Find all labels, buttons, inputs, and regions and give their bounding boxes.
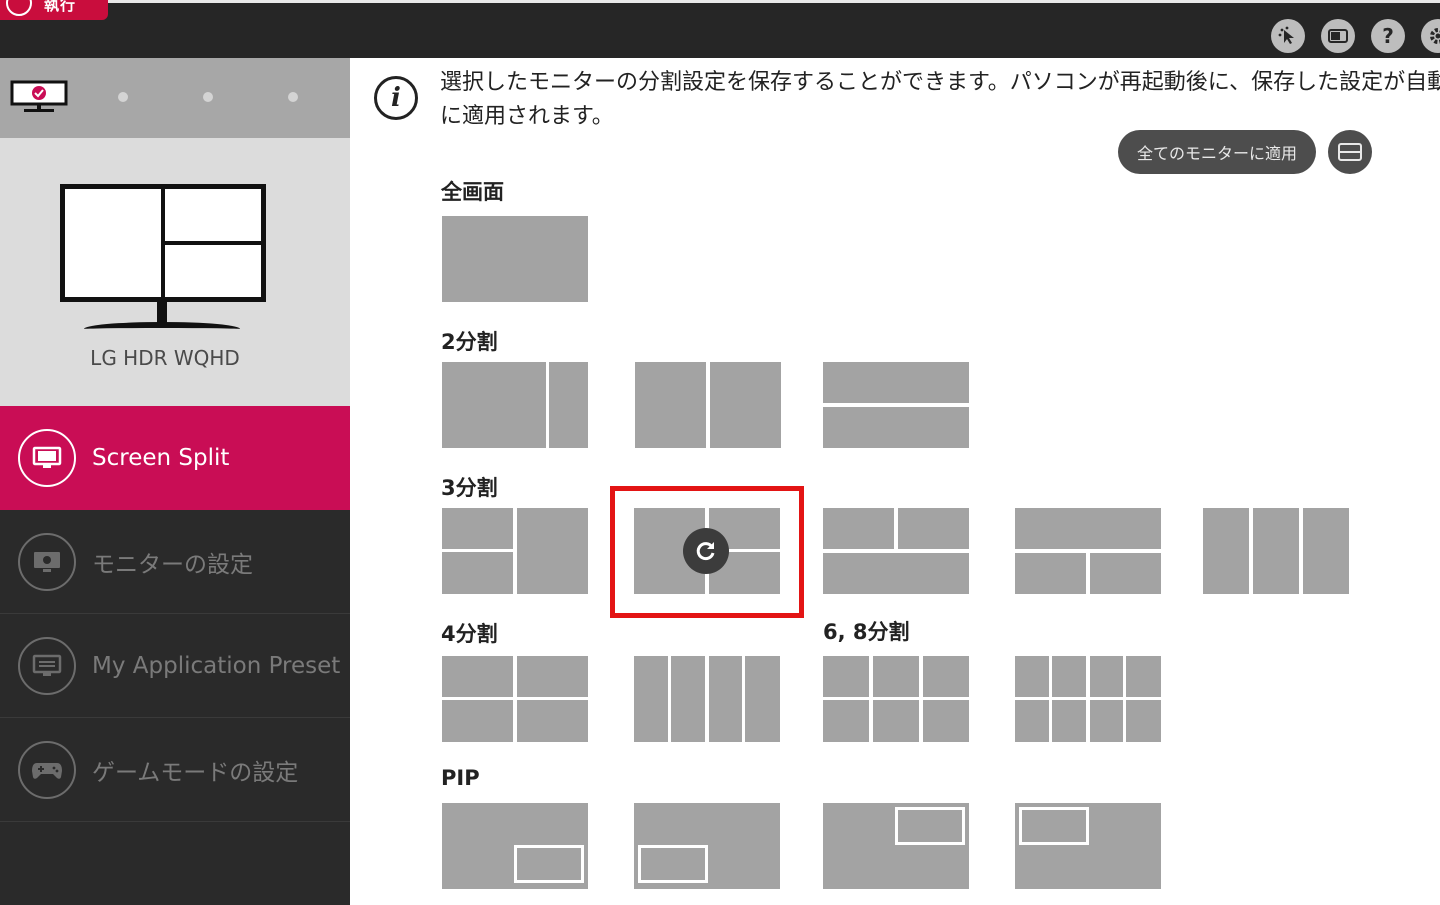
layout-split2-2[interactable] bbox=[635, 362, 781, 448]
selected-monitor-icon[interactable] bbox=[10, 80, 68, 114]
display-icon[interactable] bbox=[1321, 19, 1355, 53]
layout-split3-4[interactable] bbox=[1015, 508, 1161, 594]
nav-label: モニターの設定 bbox=[92, 551, 253, 578]
settings-icon[interactable] bbox=[1421, 19, 1440, 53]
monitor-slot-dot[interactable] bbox=[118, 92, 128, 102]
monitor-slot-dot[interactable] bbox=[203, 92, 213, 102]
cursor-icon[interactable] bbox=[1271, 19, 1305, 53]
monitor-icon bbox=[18, 429, 76, 487]
section-label-split68: 6, 8分割 bbox=[823, 620, 910, 644]
layout-pip-top-right[interactable] bbox=[823, 803, 969, 889]
info-icon: i bbox=[374, 76, 418, 120]
logo-icon bbox=[6, 0, 32, 16]
help-glyph: ? bbox=[1382, 24, 1394, 48]
layout-split8[interactable] bbox=[1015, 656, 1161, 742]
layout-pip-bottom-right[interactable] bbox=[442, 803, 588, 889]
split-horizontal-icon bbox=[1338, 143, 1362, 161]
monitor-settings-icon bbox=[18, 532, 76, 591]
layout-toggle-button[interactable] bbox=[1328, 130, 1372, 174]
sidebar: LG HDR WQHD Screen Split モニターの設定 My Appl… bbox=[0, 58, 350, 905]
nav-label: My Application Preset bbox=[92, 652, 341, 679]
info-message-line1: 選択したモニターの分割設定を保存することができます。パソコンが再起動後に、保存し… bbox=[440, 70, 1440, 95]
refresh-icon[interactable] bbox=[683, 528, 729, 574]
monitor-selector[interactable] bbox=[0, 58, 350, 138]
monitor-preview: LG HDR WQHD bbox=[0, 138, 350, 406]
layout-split3-3[interactable] bbox=[823, 508, 969, 594]
section-label-split3: 3分割 bbox=[441, 476, 498, 500]
layout-pip-bottom-left[interactable] bbox=[634, 803, 780, 889]
info-message: 選択したモニターの分割設定を保存することができます。パソコンが再起動後に、保存し… bbox=[440, 66, 1440, 134]
top-bar: 執行 ? bbox=[0, 0, 1440, 58]
nav-monitor-settings[interactable]: モニターの設定 bbox=[0, 510, 350, 614]
app-window: 執行 ? LG HDR WQHD Screen Split モニターの設定 My… bbox=[0, 0, 1440, 905]
nav-screen-split[interactable]: Screen Split bbox=[0, 406, 350, 510]
layout-split3-1[interactable] bbox=[442, 508, 588, 594]
logo-text: 執行 bbox=[44, 0, 77, 14]
layout-split2-1[interactable] bbox=[442, 362, 588, 448]
layout-full-screen[interactable] bbox=[442, 216, 588, 302]
info-message-line2: に適用されます。 bbox=[440, 104, 614, 129]
monitor-preview-screen bbox=[60, 184, 266, 302]
section-label-split2: 2分割 bbox=[441, 330, 498, 354]
nav-label: Screen Split bbox=[92, 445, 230, 471]
layout-pip-top-left[interactable] bbox=[1015, 803, 1161, 889]
layout-split4-1[interactable] bbox=[442, 656, 588, 742]
nav-label: ゲームモードの設定 bbox=[92, 759, 299, 786]
main-panel: i 選択したモニターの分割設定を保存することができます。パソコンが再起動後に、保… bbox=[350, 58, 1440, 905]
layout-split6[interactable] bbox=[823, 656, 969, 742]
layout-split2-3[interactable] bbox=[823, 362, 969, 448]
monitor-name: LG HDR WQHD bbox=[90, 346, 240, 370]
help-icon[interactable]: ? bbox=[1371, 19, 1405, 53]
app-logo: 執行 bbox=[0, 0, 108, 20]
section-label-full: 全画面 bbox=[441, 180, 504, 204]
layout-split3-5[interactable] bbox=[1203, 508, 1349, 594]
nav-game-mode-settings[interactable]: ゲームモードの設定 bbox=[0, 718, 350, 822]
apply-all-monitors-button[interactable]: 全てのモニターに適用 bbox=[1118, 130, 1316, 174]
section-label-split4: 4分割 bbox=[441, 622, 498, 646]
monitor-slot-dot[interactable] bbox=[288, 92, 298, 102]
nav-my-application-preset[interactable]: My Application Preset bbox=[0, 614, 350, 718]
preset-icon bbox=[18, 636, 76, 695]
section-label-pip: PIP bbox=[441, 766, 480, 790]
gamepad-icon bbox=[18, 740, 76, 799]
layout-split4-2[interactable] bbox=[634, 656, 780, 742]
